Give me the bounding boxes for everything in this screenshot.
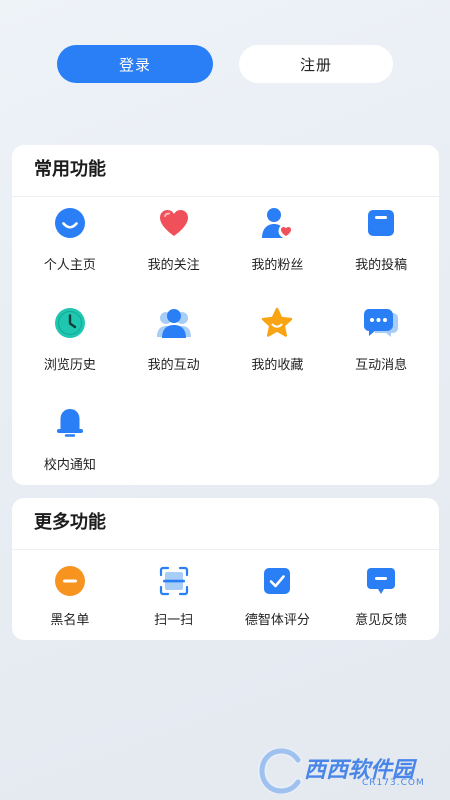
menu-item-label: 浏览历史 bbox=[43, 358, 96, 373]
menu-item-notices[interactable]: 校内通知 bbox=[18, 405, 122, 505]
menu-item-label: 个人主页 bbox=[43, 258, 96, 273]
chat-bubbles-icon bbox=[363, 305, 399, 341]
more-functions-card: 更多功能 黑名单 扫一扫 德智体评分 意见反馈 bbox=[12, 498, 439, 640]
menu-item-submissions[interactable]: 我的投稿 bbox=[329, 205, 433, 305]
smile-face-icon bbox=[52, 205, 88, 241]
star-icon bbox=[259, 305, 295, 341]
document-square-icon bbox=[363, 205, 399, 241]
menu-item-following[interactable]: 我的关注 bbox=[122, 205, 226, 305]
divider bbox=[12, 196, 439, 197]
divider bbox=[12, 549, 439, 550]
more-functions-grid: 黑名单 扫一扫 德智体评分 意见反馈 bbox=[18, 563, 433, 638]
scan-icon bbox=[156, 563, 192, 599]
menu-item-label: 我的关注 bbox=[147, 258, 200, 273]
menu-item-label: 互动消息 bbox=[355, 358, 408, 373]
more-functions-title: 更多功能 bbox=[34, 512, 106, 533]
menu-item-feedback[interactable]: 意见反馈 bbox=[329, 563, 433, 638]
menu-item-fans[interactable]: 我的粉丝 bbox=[226, 205, 330, 305]
common-functions-card: 常用功能 个人主页 我的关注 我的粉丝 我的投稿 浏览历史 我的互动 我的收藏 … bbox=[12, 145, 439, 485]
menu-item-label: 校内通知 bbox=[43, 458, 96, 473]
watermark-c-icon bbox=[257, 746, 303, 796]
bell-icon bbox=[52, 405, 88, 441]
watermark-logo: 西西软件园 CR173.COM bbox=[257, 746, 438, 796]
common-functions-grid: 个人主页 我的关注 我的粉丝 我的投稿 浏览历史 我的互动 我的收藏 互动消息 … bbox=[18, 205, 433, 505]
menu-item-label: 我的粉丝 bbox=[251, 258, 304, 273]
auth-row: 登录 注册 bbox=[57, 45, 393, 83]
menu-item-label: 我的互动 bbox=[147, 358, 200, 373]
menu-item-interactions[interactable]: 我的互动 bbox=[122, 305, 226, 405]
register-button[interactable]: 注册 bbox=[239, 45, 393, 83]
menu-item-profile[interactable]: 个人主页 bbox=[18, 205, 122, 305]
menu-item-label: 我的收藏 bbox=[251, 358, 304, 373]
heart-icon bbox=[156, 205, 192, 241]
menu-item-messages[interactable]: 互动消息 bbox=[329, 305, 433, 405]
menu-item-scoring[interactable]: 德智体评分 bbox=[226, 563, 330, 638]
clock-icon bbox=[52, 305, 88, 341]
menu-item-label: 黑名单 bbox=[50, 613, 90, 628]
menu-item-scan[interactable]: 扫一扫 bbox=[122, 563, 226, 638]
menu-item-blacklist[interactable]: 黑名单 bbox=[18, 563, 122, 638]
watermark-sub: CR173.COM bbox=[362, 778, 425, 788]
menu-item-label: 扫一扫 bbox=[154, 613, 194, 628]
checkbox-icon bbox=[259, 563, 295, 599]
common-functions-title: 常用功能 bbox=[34, 159, 106, 180]
menu-item-favorites[interactable]: 我的收藏 bbox=[226, 305, 330, 405]
menu-item-label: 我的投稿 bbox=[355, 258, 408, 273]
menu-item-label: 德智体评分 bbox=[244, 613, 310, 628]
users-icon bbox=[156, 305, 192, 341]
login-button[interactable]: 登录 bbox=[57, 45, 213, 83]
menu-item-label: 意见反馈 bbox=[355, 613, 408, 628]
feedback-bubble-icon bbox=[363, 563, 399, 599]
user-heart-icon bbox=[259, 205, 295, 241]
minus-circle-icon bbox=[52, 563, 88, 599]
menu-item-history[interactable]: 浏览历史 bbox=[18, 305, 122, 405]
